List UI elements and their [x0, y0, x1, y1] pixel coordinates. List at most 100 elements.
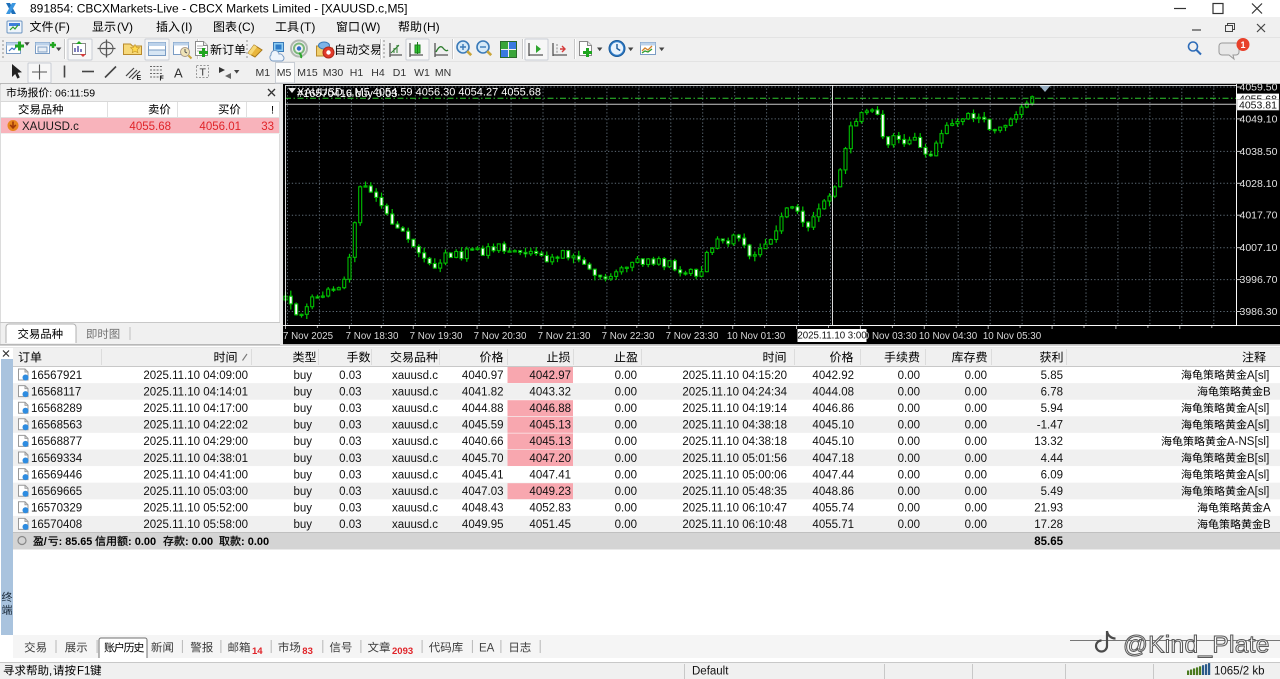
svg-text:10 Nov 05:30: 10 Nov 05:30 [983, 331, 1042, 342]
svg-text:2025.11.10 04:38:01: 2025.11.10 04:38:01 [143, 453, 248, 465]
svg-text:EA: EA [479, 643, 495, 655]
svg-text:xauusd.c: xauusd.c [392, 386, 438, 398]
svg-text:4041.82: 4041.82 [462, 386, 504, 398]
svg-text:M30: M30 [323, 67, 344, 79]
svg-text:4040.66: 4040.66 [462, 436, 504, 448]
svg-text:4044.88: 4044.88 [462, 403, 504, 415]
svg-text:4045.13: 4045.13 [529, 420, 571, 432]
svg-text:4048.86: 4048.86 [812, 486, 854, 498]
svg-text:2025.11.10 04:38:18: 2025.11.10 04:38:18 [682, 420, 787, 432]
svg-text:4055.74: 4055.74 [812, 503, 854, 515]
svg-text:0.00: 0.00 [965, 370, 987, 382]
svg-text:0.00: 0.00 [965, 519, 987, 531]
svg-text:5.94: 5.94 [1041, 403, 1064, 415]
svg-text:0.00: 0.00 [615, 420, 637, 432]
svg-text:buy: buy [293, 453, 312, 465]
svg-text:0.00: 0.00 [965, 420, 987, 432]
svg-text:4007.10: 4007.10 [1240, 242, 1278, 254]
svg-text:!: ! [271, 105, 274, 117]
svg-text:4017.70: 4017.70 [1240, 210, 1278, 222]
svg-text:0.00: 0.00 [898, 486, 920, 498]
svg-text:0.03: 0.03 [339, 436, 361, 448]
svg-text:2025.11.10 06:10:47: 2025.11.10 06:10:47 [682, 503, 787, 515]
svg-text:xauusd.c: xauusd.c [392, 370, 438, 382]
svg-text:A[sl]: A[sl] [1247, 486, 1269, 498]
svg-text:4045.10: 4045.10 [812, 420, 854, 432]
svg-text:4055.68: 4055.68 [129, 121, 171, 133]
svg-text:4047.41: 4047.41 [529, 469, 571, 481]
svg-text:4044.08: 4044.08 [812, 386, 854, 398]
svg-text:4045.13: 4045.13 [529, 436, 571, 448]
svg-text:,: , [49, 666, 52, 678]
svg-text:2025.11.10 04:19:14: 2025.11.10 04:19:14 [682, 403, 787, 415]
svg-text:0.00: 0.00 [965, 403, 987, 415]
svg-text:2025.11.10 05:01:56: 2025.11.10 05:01:56 [682, 453, 787, 465]
svg-text:6.78: 6.78 [1041, 386, 1063, 398]
svg-text:0.00: 0.00 [615, 386, 637, 398]
svg-text:B: B [1263, 519, 1271, 531]
svg-text:7 Nov 22:30: 7 Nov 22:30 [602, 331, 655, 342]
svg-text:4047.18: 4047.18 [812, 453, 854, 465]
svg-text:7 Nov 20:30: 7 Nov 20:30 [474, 331, 527, 342]
svg-text:xauusd.c: xauusd.c [392, 469, 438, 481]
svg-text:2025.11.10 3:00: 2025.11.10 3:00 [797, 331, 867, 342]
svg-text:891854: CBCXMarkets-Live - CBC: 891854: CBCXMarkets-Live - CBCX Markets … [30, 2, 407, 16]
svg-text:XAUUSD.c,M5 4054.59 4056.30 4: XAUUSD.c,M5 4054.59 4056.30 4054.27 4055… [297, 87, 541, 99]
svg-text:4038.50: 4038.50 [1240, 146, 1278, 158]
svg-text:0.03: 0.03 [339, 420, 361, 432]
svg-text:0.03: 0.03 [339, 403, 361, 415]
svg-text:(H): (H) [423, 20, 440, 34]
svg-text:3986.30: 3986.30 [1240, 306, 1278, 318]
svg-text:A[sl]: A[sl] [1247, 403, 1269, 415]
svg-text:xauusd.c: xauusd.c [392, 420, 438, 432]
svg-text:7 Nov 21:30: 7 Nov 21:30 [538, 331, 591, 342]
svg-text:xauusd.c: xauusd.c [392, 503, 438, 515]
svg-text:@Kind_Plate: @Kind_Plate [1123, 632, 1270, 659]
svg-text:xauusd.c: xauusd.c [392, 453, 438, 465]
svg-text:T: T [200, 67, 207, 79]
svg-text:16570408: 16570408 [31, 519, 82, 531]
svg-text:13.32: 13.32 [1034, 436, 1063, 448]
svg-text:(W): (W) [361, 20, 380, 34]
svg-text:4053.81: 4053.81 [1239, 100, 1277, 112]
svg-text:2025.11.10 04:09:00: 2025.11.10 04:09:00 [143, 370, 248, 382]
svg-text:2025.11.10 05:52:00: 2025.11.10 05:52:00 [143, 503, 248, 515]
svg-text:16568117: 16568117 [31, 386, 81, 398]
svg-text:0.00: 0.00 [898, 386, 920, 398]
svg-text:buy: buy [293, 469, 312, 481]
svg-text:0.03: 0.03 [339, 370, 361, 382]
svg-text:0.00: 0.00 [615, 403, 637, 415]
svg-text:0.00: 0.00 [965, 386, 987, 398]
svg-text:4.44: 4.44 [1041, 453, 1064, 465]
svg-text:A: A [174, 66, 183, 81]
svg-text:A[sl]: A[sl] [1247, 469, 1269, 481]
svg-text:: 85.65: : 85.65 [59, 536, 93, 548]
svg-text:4046.88: 4046.88 [529, 403, 571, 415]
svg-text:0.00: 0.00 [615, 370, 637, 382]
svg-text:D1: D1 [393, 67, 407, 79]
svg-text:4059.50: 4059.50 [1240, 82, 1278, 94]
svg-text:E: E [137, 75, 142, 82]
svg-text:0.00: 0.00 [965, 503, 987, 515]
svg-text:0.03: 0.03 [339, 486, 361, 498]
svg-text:0.00: 0.00 [965, 486, 987, 498]
svg-text:H1: H1 [350, 67, 364, 79]
svg-text:0.00: 0.00 [898, 370, 920, 382]
svg-text:4047.03: 4047.03 [462, 486, 504, 498]
svg-text:M1: M1 [255, 67, 270, 79]
svg-text:2025.11.10 05:48:35: 2025.11.10 05:48:35 [682, 486, 787, 498]
svg-text:XAUUSD.c: XAUUSD.c [22, 121, 79, 133]
svg-text:2025.11.10 05:00:06: 2025.11.10 05:00:06 [682, 469, 787, 481]
svg-text:0.00: 0.00 [965, 453, 987, 465]
svg-text:2025.11.10 04:22:02: 2025.11.10 04:22:02 [143, 420, 248, 432]
svg-text:16567921: 16567921 [31, 370, 82, 382]
svg-text:16569334: 16569334 [31, 453, 83, 465]
svg-text:W1: W1 [414, 67, 430, 79]
svg-text:: 0.00: : 0.00 [185, 536, 213, 548]
svg-text:0.00: 0.00 [615, 503, 637, 515]
svg-text:7 Nov 18:30: 7 Nov 18:30 [346, 331, 399, 342]
svg-text:5.85: 5.85 [1041, 370, 1063, 382]
svg-text:4049.23: 4049.23 [529, 486, 571, 498]
svg-text:(V): (V) [117, 20, 133, 34]
svg-text:H4: H4 [371, 67, 385, 79]
